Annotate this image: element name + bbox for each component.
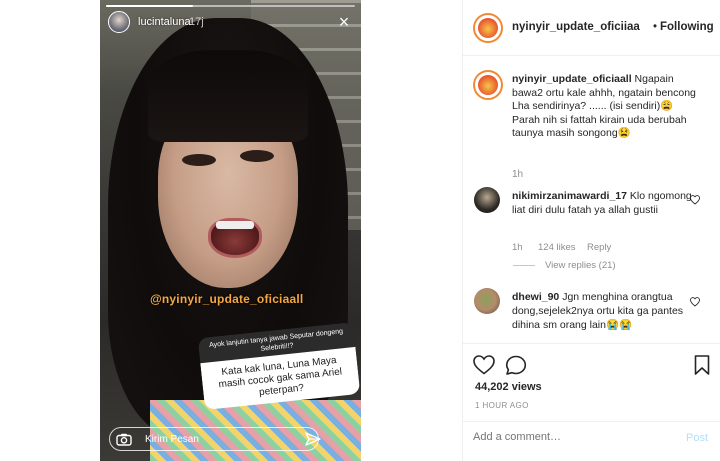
comment-reply-button[interactable]: Reply: [587, 242, 611, 253]
story-avatar[interactable]: [108, 11, 130, 33]
header-divider: [463, 55, 720, 56]
comment-input[interactable]: [473, 431, 673, 443]
story-reply-placeholder[interactable]: Kirim Pesan: [145, 434, 199, 445]
story-reply-field[interactable]: [109, 427, 319, 451]
caption-username[interactable]: nyinyir_update_oficiaall: [512, 73, 632, 85]
story-time: 17j: [189, 16, 204, 28]
comment-icon[interactable]: [505, 355, 527, 375]
story-person-eye-right: [240, 150, 274, 162]
header-username[interactable]: nyinyir_update_oficiiaa: [512, 21, 640, 33]
story-progress-bar: [106, 5, 355, 7]
post-panel: nyinyir_update_oficiiaa • Following nyin…: [462, 0, 720, 461]
heart-icon[interactable]: [473, 355, 495, 375]
comment-avatar[interactable]: [474, 187, 500, 213]
actions-divider: [463, 343, 720, 344]
post-time-ago: 1 HOUR AGO: [475, 401, 529, 410]
story-person-bangs: [148, 50, 308, 142]
comment-input-divider: [463, 421, 720, 422]
send-icon[interactable]: [305, 432, 321, 446]
post-caption: nyinyir_update_oficiaall Ngapain bawa2 o…: [512, 73, 702, 141]
comment-text: dhewi_90 Jgn menghina orangtua dong,seje…: [512, 290, 692, 332]
caption-text-line2: Lha sendirinya? ...... (isi sendiri)😩: [512, 100, 674, 112]
comment-time: 1h: [512, 242, 523, 253]
comment-avatar[interactable]: [474, 288, 500, 314]
close-icon[interactable]: ×: [336, 13, 352, 31]
comment-heart-icon[interactable]: [690, 297, 700, 307]
post-comment-button[interactable]: Post: [686, 432, 708, 444]
following-button[interactable]: Following: [660, 21, 714, 33]
view-replies-button[interactable]: View replies (21): [545, 260, 616, 271]
instagram-post-view: lucintaluna 17j × @nyinyir_update_oficia…: [0, 0, 720, 461]
caption-avatar[interactable]: [473, 70, 503, 100]
story-person-eye-left: [182, 154, 216, 166]
comment-username[interactable]: dhewi_90: [512, 291, 559, 303]
comment-text: nikimirzanimawardi_17 Klo ngomong liat d…: [512, 189, 692, 217]
header-avatar[interactable]: [473, 13, 503, 43]
story-media[interactable]: lucintaluna 17j × @nyinyir_update_oficia…: [100, 0, 361, 461]
comment-heart-icon[interactable]: [690, 195, 700, 205]
story-watermark: @nyinyir_update_oficiaall: [150, 292, 304, 306]
comment-likes[interactable]: 124 likes: [538, 242, 576, 253]
bookmark-icon[interactable]: [694, 355, 710, 375]
view-count[interactable]: 44,202 views: [475, 381, 542, 393]
question-sticker: Ayok lanjutin tanya jawab Seputar dongen…: [197, 322, 361, 410]
camera-icon[interactable]: [116, 433, 132, 446]
comment-username[interactable]: nikimirzanimawardi_17: [512, 190, 627, 202]
header-separator-dot: •: [653, 21, 658, 33]
story-username[interactable]: lucintaluna: [138, 16, 191, 28]
story-progress-fill: [106, 5, 194, 7]
caption-text-line3: Parah nih si fattah kirain uda berubah t…: [512, 113, 687, 140]
story-person-teeth: [216, 221, 254, 229]
caption-time: 1h: [512, 169, 524, 180]
view-replies-line: [513, 265, 535, 266]
